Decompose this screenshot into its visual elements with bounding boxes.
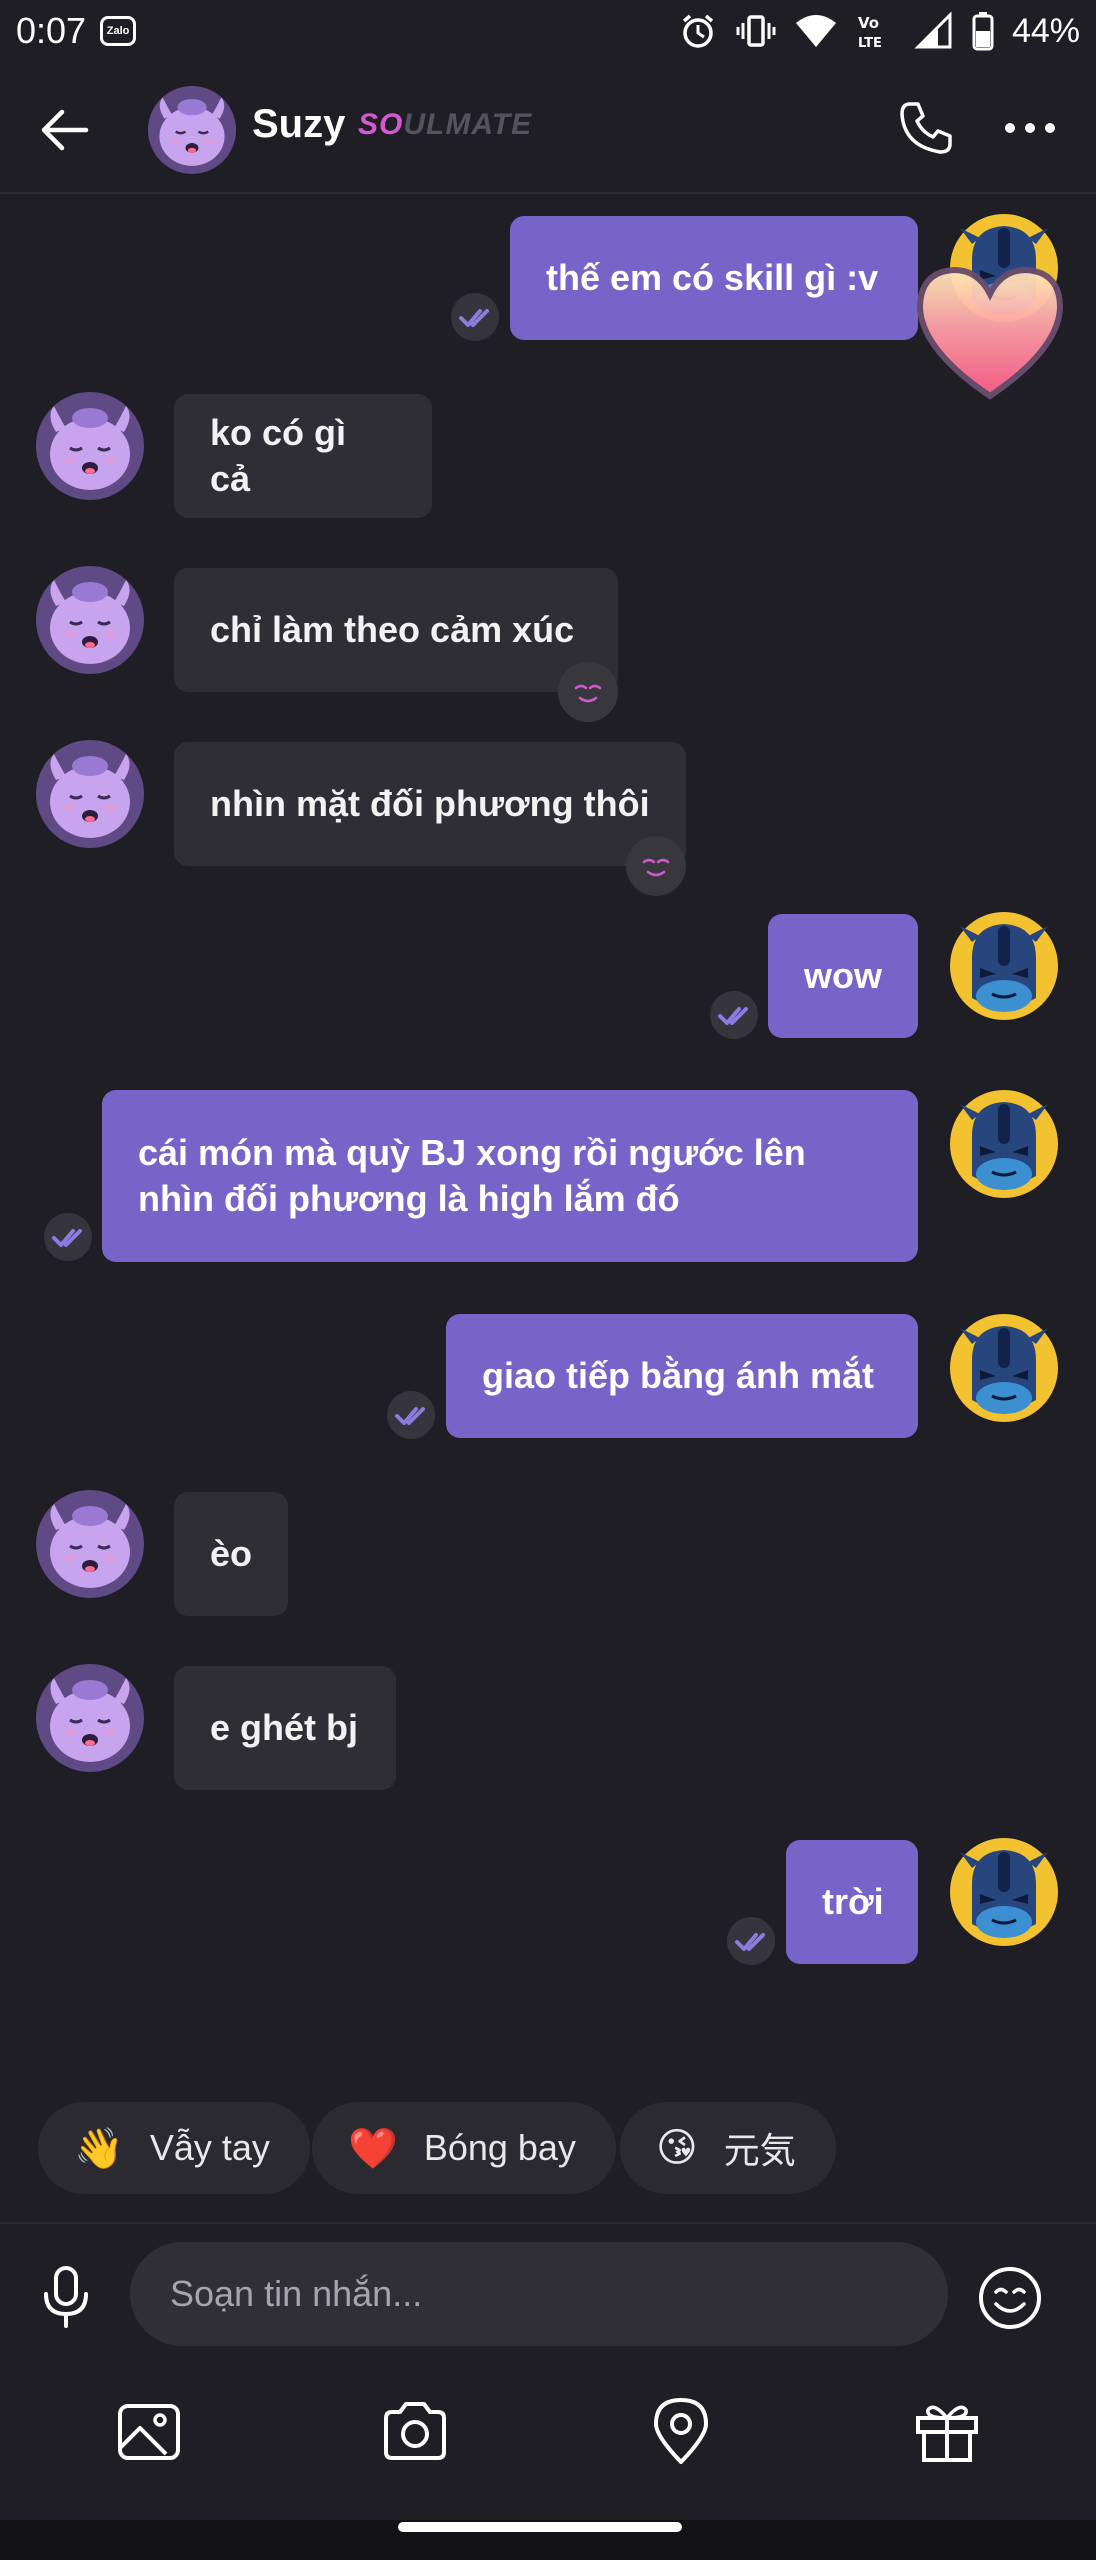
battery-percent: 44%: [1011, 11, 1080, 50]
image-icon[interactable]: [114, 2396, 184, 2466]
blush-reaction-icon[interactable]: [558, 662, 618, 722]
suzy-avatar[interactable]: [36, 1664, 144, 1772]
location-icon[interactable]: [646, 2396, 716, 2466]
contact-avatar[interactable]: [148, 86, 236, 174]
zalo-icon: Zalo: [100, 16, 137, 46]
kiss-face-icon: 😘: [656, 2126, 698, 2170]
double-check-icon: [710, 991, 758, 1039]
chip-label: 元気: [723, 2130, 796, 2171]
my-avatar[interactable]: [950, 1090, 1058, 1198]
message-input[interactable]: [130, 2242, 948, 2346]
chip-label: Bóng bay: [423, 2127, 576, 2168]
status-time: 0:07: [16, 10, 87, 51]
phone-call-icon[interactable]: [896, 98, 956, 158]
camera-icon[interactable]: [380, 2396, 450, 2466]
blush-reaction-icon[interactable]: [626, 836, 686, 896]
alarm-icon: [682, 14, 714, 48]
message-bubble-incoming[interactable]: nhìn mặt đối phương thôi: [174, 742, 686, 866]
microphone-icon[interactable]: [32, 2262, 100, 2330]
message-bubble-outgoing[interactable]: giao tiếp bằng ánh mắt: [446, 1314, 918, 1438]
gift-icon[interactable]: [912, 2396, 982, 2466]
chat-header: Suzy SOULMATE: [0, 62, 1096, 194]
status-bar: 0:07 Zalo Vo LTE 44%: [0, 0, 1096, 62]
quick-reaction-genki[interactable]: 😘 元気: [620, 2102, 836, 2194]
quick-reaction-wave[interactable]: 👋 Vẫy tay: [38, 2102, 310, 2194]
message-bubble-outgoing[interactable]: cái món mà quỳ BJ xong rồi ngước lên nhì…: [102, 1090, 918, 1262]
message-bubble-incoming[interactable]: ko có gì cả: [174, 394, 432, 518]
suzy-avatar[interactable]: [36, 740, 144, 848]
contact-name[interactable]: Suzy: [252, 102, 345, 147]
double-check-icon: [727, 1917, 775, 1965]
suzy-avatar[interactable]: [36, 392, 144, 500]
heart-icon: ❤️: [348, 2126, 398, 2171]
vibrate-icon: [736, 15, 776, 47]
soulmate-badge: SOULMATE: [358, 108, 533, 141]
message-bubble-incoming[interactable]: èo: [174, 1492, 288, 1616]
battery-icon: [972, 12, 994, 51]
message-bubble-outgoing[interactable]: thế em có skill gì :v: [510, 216, 918, 340]
signal-icon: [914, 11, 952, 49]
more-options-icon[interactable]: [1000, 98, 1060, 158]
emoji-icon[interactable]: [974, 2262, 1046, 2334]
message-bubble-outgoing[interactable]: wow: [768, 914, 918, 1038]
chip-label: Vẫy tay: [149, 2127, 270, 2168]
suzy-avatar[interactable]: [36, 1490, 144, 1598]
suzy-avatar[interactable]: [36, 566, 144, 674]
my-avatar[interactable]: [950, 1838, 1058, 1946]
double-check-icon: [451, 293, 499, 341]
my-avatar[interactable]: [950, 1314, 1058, 1422]
message-bubble-outgoing[interactable]: trời: [786, 1840, 918, 1964]
my-avatar[interactable]: [950, 912, 1058, 1020]
message-bubble-incoming[interactable]: chỉ làm theo cảm xúc: [174, 568, 618, 692]
double-check-icon: [44, 1213, 92, 1261]
message-bubble-incoming[interactable]: e ghét bj: [174, 1666, 396, 1790]
home-indicator[interactable]: [398, 2522, 682, 2532]
wave-hand-icon: 👋: [74, 2126, 124, 2171]
svg-text:LTE: LTE: [858, 36, 882, 51]
wifi-icon: [795, 15, 836, 47]
back-arrow-icon[interactable]: [36, 102, 92, 158]
svg-text:Vo: Vo: [858, 14, 879, 32]
heart-sticker-icon: [916, 266, 1064, 400]
double-check-icon: [387, 1391, 435, 1439]
quick-reaction-balloon[interactable]: ❤️ Bóng bay: [312, 2102, 616, 2194]
lte-icon: Vo LTE: [858, 14, 882, 51]
